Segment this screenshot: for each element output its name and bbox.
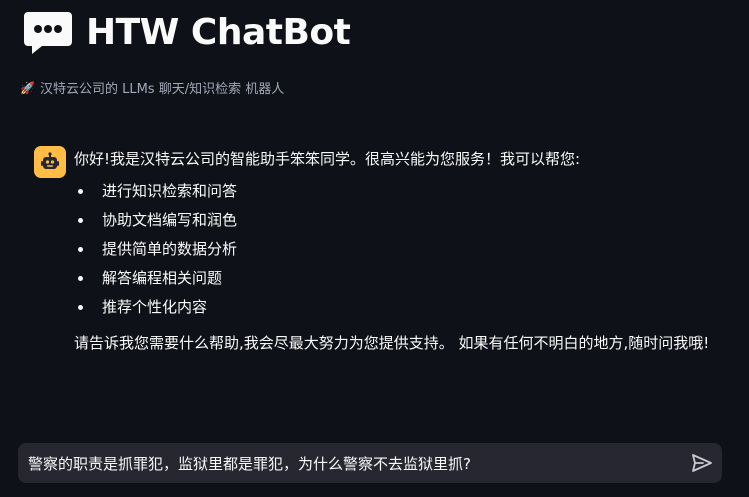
send-button[interactable] [682, 443, 722, 483]
page-subtitle: 🚀 汉特云公司的 LLMs 聊天/知识检索 机器人 [20, 78, 285, 98]
message-body: 你好!我是汉特云公司的智能助手笨笨同学。很高兴能为您服务！我可以帮您: 进行知识… [74, 148, 724, 355]
list-item: 推荐个性化内容 [74, 296, 724, 325]
list-item: 协助文档编写和润色 [74, 209, 724, 238]
page-header: HTW ChatBot [22, 8, 351, 56]
list-item: 解答编程相关问题 [74, 267, 724, 296]
chat-input[interactable]: 警察的职责是抓罪犯，监狱里都是罪犯，为什么警察不去监狱里抓? [18, 453, 682, 474]
list-item: 进行知识检索和问答 [74, 180, 724, 209]
chat-input-bar: 警察的职责是抓罪犯，监狱里都是罪犯，为什么警察不去监狱里抓? [18, 443, 722, 483]
chat-bubble-icon [22, 8, 74, 56]
list-item: 提供简单的数据分析 [74, 238, 724, 267]
page-title: HTW ChatBot [86, 11, 351, 53]
chat-app: HTW ChatBot 🚀 汉特云公司的 LLMs 聊天/知识检索 机器人 你好… [0, 0, 749, 497]
subtitle-text: 汉特云公司的 LLMs 聊天/知识检索 机器人 [39, 82, 285, 97]
capability-list: 进行知识检索和问答 协助文档编写和润色 提供简单的数据分析 解答编程相关问题 推… [74, 180, 724, 325]
message-intro: 你好!我是汉特云公司的智能助手笨笨同学。很高兴能为您服务！我可以帮您: [74, 150, 581, 168]
robot-icon [34, 146, 66, 178]
send-icon [692, 454, 712, 472]
message-closing: 请告诉我您需要什么帮助,我会尽最大努力为您提供支持。 如果有任何不明白的地方,随… [74, 334, 710, 352]
rocket-icon: 🚀 [20, 80, 35, 95]
